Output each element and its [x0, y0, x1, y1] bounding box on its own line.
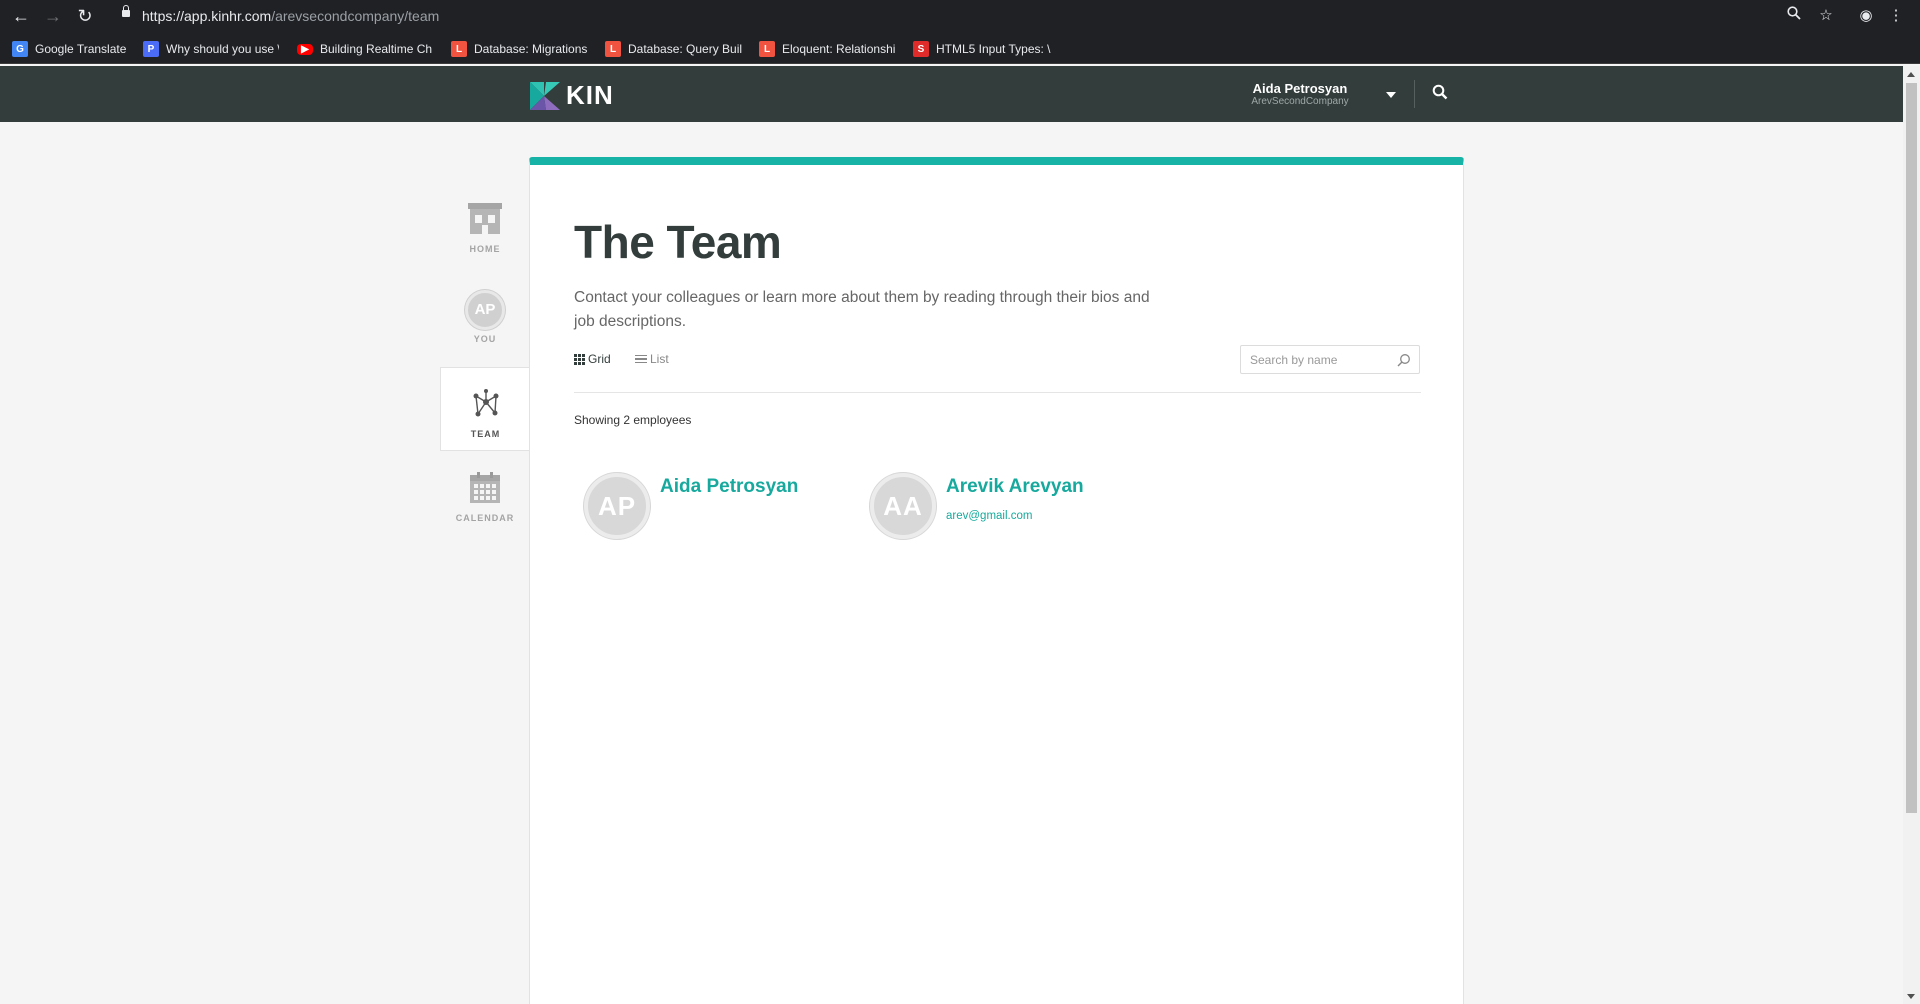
team-card: The Team Contact your colleagues or lear… — [529, 157, 1464, 1004]
bookmark-html5-input[interactable]: S HTML5 Input Types: \ — [913, 41, 1051, 57]
employee-card[interactable]: AP Aida Petrosyan — [584, 473, 798, 539]
list-label: List — [650, 352, 669, 366]
page-scrollbar[interactable] — [1903, 66, 1920, 1004]
bookmarks-bar: G Google Translate P Why should you use \ … — [0, 33, 1920, 64]
grid-label: Grid — [588, 352, 611, 366]
sidenav-you[interactable]: AP YOU — [440, 290, 530, 348]
bookmark-label: Database: Migrations — [474, 42, 588, 56]
search-icon[interactable] — [1432, 84, 1450, 102]
zoom-icon[interactable] — [1784, 6, 1804, 26]
bookmark-db-migrations[interactable]: L Database: Migrations — [451, 41, 589, 57]
laravel-icon: L — [759, 41, 775, 57]
p-icon: P — [143, 41, 159, 57]
sidenav-calendar[interactable]: CALENDAR — [440, 472, 530, 532]
sidenav-team[interactable]: TEAM — [440, 367, 530, 451]
browser-toolbar: ← → ↻ https://app.kinhr.com/arevsecondco… — [0, 0, 1920, 33]
team-network-icon — [473, 389, 498, 417]
user-name[interactable]: Aida Petrosyan — [1240, 81, 1360, 96]
bookmark-eloquent[interactable]: L Eloquent: Relationshi — [759, 41, 897, 57]
grid-view-toggle[interactable]: Grid — [574, 352, 611, 366]
url-text[interactable]: https://app.kinhr.com/arevsecondcompany/… — [142, 8, 439, 24]
search-input[interactable] — [1250, 352, 1390, 368]
bookmark-why-should[interactable]: P Why should you use \ — [143, 41, 279, 57]
sidenav-home[interactable]: HOME — [440, 203, 530, 259]
list-view-toggle[interactable]: List — [635, 352, 669, 366]
google-translate-icon: G — [12, 41, 28, 57]
sidenav-calendar-label: CALENDAR — [455, 513, 515, 523]
reload-icon[interactable]: ↻ — [74, 5, 96, 27]
bookmark-building-realtime[interactable]: ▶ Building Realtime Ch — [297, 41, 435, 57]
bookmark-db-query[interactable]: L Database: Query Buil — [605, 41, 743, 57]
url-host: https://app.kinhr.com — [142, 8, 272, 24]
avatar[interactable]: AP — [584, 473, 650, 539]
bookmark-label: HTML5 Input Types: \ — [936, 42, 1051, 56]
employee-email[interactable]: arev@gmail.com — [946, 510, 1084, 522]
lock-icon — [122, 5, 130, 18]
star-icon[interactable]: ☆ — [1816, 6, 1836, 26]
list-icon — [635, 354, 647, 364]
kin-logo-icon — [530, 81, 560, 110]
avatar[interactable]: AA — [870, 473, 936, 539]
employee-name[interactable]: Arevik Arevyan — [946, 476, 1084, 498]
laravel-icon: L — [605, 41, 621, 57]
building-icon — [468, 203, 502, 234]
kin-logo[interactable]: KIN — [530, 80, 614, 111]
bookmark-label: Building Realtime Ch — [320, 42, 433, 56]
forward-arrow-icon[interactable]: → — [42, 5, 64, 27]
employee-name[interactable]: Aida Petrosyan — [660, 476, 798, 498]
employee-search[interactable] — [1240, 345, 1420, 374]
sidenav-home-label: HOME — [469, 244, 501, 254]
employee-count: Showing 2 employees — [574, 413, 692, 427]
scroll-up-arrow-icon[interactable] — [1907, 72, 1915, 77]
page-description: Contact your colleagues or learn more ab… — [574, 289, 1150, 330]
bookmark-label: Google Translate — [35, 42, 127, 56]
chevron-down-icon[interactable] — [1386, 92, 1396, 98]
menu-dots-icon[interactable]: ⋮ — [1886, 6, 1906, 26]
sidenav-you-label: YOU — [473, 334, 497, 344]
logo-text: KIN — [566, 80, 614, 110]
grid-icon — [574, 353, 585, 365]
s-icon: S — [913, 41, 929, 57]
bookmark-label: Why should you use \ — [166, 42, 279, 56]
incognito-icon[interactable]: ◉ — [1856, 6, 1876, 26]
page-title: The Team — [574, 216, 782, 268]
company-name: ArevSecondCompany — [1251, 96, 1349, 107]
avatar: AP — [465, 290, 505, 330]
sidenav-team-label: TEAM — [470, 429, 501, 439]
divider — [574, 392, 1421, 393]
youtube-icon: ▶ — [297, 43, 313, 55]
url-path: /arevsecondcompany/team — [271, 8, 440, 24]
back-arrow-icon[interactable]: ← — [10, 5, 32, 27]
laravel-icon: L — [451, 41, 467, 57]
scroll-down-arrow-icon[interactable] — [1907, 994, 1915, 999]
app-header: KIN Aida Petrosyan ArevSecondCompany — [0, 66, 1903, 122]
scroll-thumb[interactable] — [1906, 83, 1917, 813]
employee-card[interactable]: AA Arevik Arevyan arev@gmail.com — [870, 473, 1084, 539]
calendar-icon — [470, 472, 500, 503]
bookmark-google-translate[interactable]: G Google Translate — [12, 41, 132, 57]
bookmark-label: Database: Query Buil — [628, 42, 743, 56]
header-divider — [1414, 80, 1415, 108]
search-icon[interactable] — [1397, 353, 1411, 367]
bookmark-label: Eloquent: Relationshi — [782, 42, 896, 56]
